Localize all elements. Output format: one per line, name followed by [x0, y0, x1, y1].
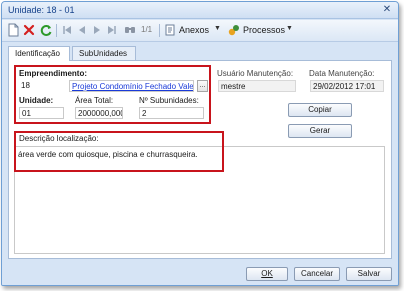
toolbar-separator	[56, 24, 57, 37]
copiar-button[interactable]: Copiar	[288, 103, 352, 117]
ok-label: OK	[261, 269, 273, 278]
prev-icon[interactable]	[75, 23, 89, 37]
tab-subunidades[interactable]: SubUnidades	[72, 46, 136, 60]
chevron-down-icon[interactable]: ▼	[286, 25, 293, 32]
page-indicator: 1/1	[141, 25, 153, 34]
anexos-menu[interactable]: Anexos	[179, 25, 209, 35]
salvar-button[interactable]: Salvar	[346, 267, 392, 281]
highlight-box-descricao	[14, 131, 224, 172]
gerar-button[interactable]: Gerar	[288, 124, 352, 138]
first-icon[interactable]	[60, 23, 74, 37]
refresh-icon[interactable]	[39, 23, 53, 37]
delete-icon[interactable]	[22, 23, 36, 37]
dialog-window: Unidade: 18 - 01 ✕ 1/1 Anexos ▼ Processo…	[1, 1, 399, 286]
salvar-label: Salvar	[357, 269, 381, 278]
data-field[interactable]: 29/02/2012 17:01	[310, 80, 384, 92]
toolbar-separator	[159, 24, 160, 37]
new-doc-icon[interactable]	[6, 23, 20, 37]
last-icon[interactable]	[105, 23, 119, 37]
processos-menu[interactable]: Processos	[243, 25, 285, 35]
usuario-label: Usuário Manutenção:	[217, 69, 294, 78]
cancelar-button[interactable]: Cancelar	[294, 267, 340, 281]
next-icon[interactable]	[90, 23, 104, 37]
close-button[interactable]: ✕	[380, 4, 394, 16]
data-label: Data Manutenção:	[309, 69, 375, 78]
attachment-icon[interactable]	[163, 23, 177, 37]
cancelar-label: Cancelar	[300, 269, 333, 278]
usuario-field[interactable]: mestre	[218, 80, 296, 92]
chevron-down-icon[interactable]: ▼	[214, 25, 221, 32]
window-title: Unidade: 18 - 01	[8, 5, 75, 15]
highlight-box-top	[14, 65, 211, 124]
toolbar: 1/1 Anexos ▼ Processos ▼	[2, 20, 398, 42]
dialog-footer: OK Cancelar Salvar	[2, 261, 398, 285]
ok-button[interactable]: OK	[246, 267, 288, 281]
tab-identificacao[interactable]: Identificação	[8, 46, 70, 61]
find-icon[interactable]	[123, 23, 137, 37]
identificacao-panel: Empreendimento: 18 Projeto Condomínio Fe…	[8, 60, 392, 259]
process-icon[interactable]	[227, 23, 241, 37]
title-bar: Unidade: 18 - 01 ✕	[2, 2, 398, 19]
